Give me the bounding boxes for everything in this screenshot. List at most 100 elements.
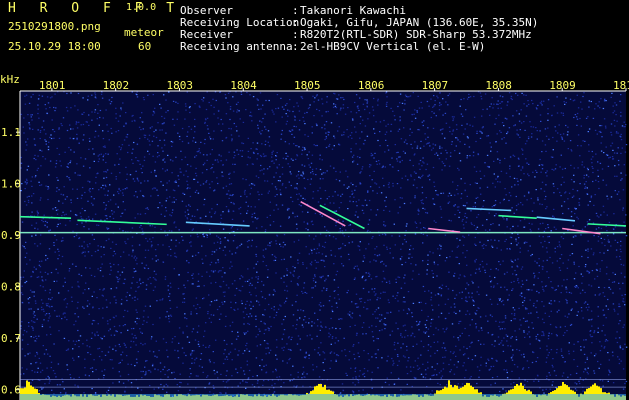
noise-pixel	[94, 136, 96, 138]
noise-pixel	[607, 308, 609, 310]
noise-pixel	[359, 183, 361, 185]
noise-pixel	[384, 151, 386, 153]
noise-pixel	[78, 273, 80, 275]
noise-pixel	[135, 309, 137, 311]
noise-pixel	[119, 346, 121, 348]
noise-pixel	[288, 216, 290, 218]
noise-pixel	[447, 298, 449, 300]
noise-pixel	[136, 143, 139, 145]
noise-pixel	[248, 304, 251, 306]
noise-pixel	[118, 188, 120, 190]
noise-pixel	[121, 351, 124, 353]
noise-pixel	[307, 135, 309, 137]
noise-pixel	[34, 144, 36, 146]
noise-pixel	[336, 98, 339, 100]
noise-pixel	[122, 194, 124, 196]
noise-pixel	[266, 180, 269, 182]
noise-pixel	[162, 261, 164, 263]
noise-pixel	[133, 271, 136, 273]
noise-pixel	[527, 312, 530, 315]
noise-pixel	[382, 270, 385, 272]
noise-pixel	[89, 353, 92, 355]
noise-pixel	[440, 312, 443, 314]
noise-pixel	[216, 299, 218, 301]
noise-pixel	[488, 359, 490, 361]
noise-pixel	[517, 180, 519, 182]
noise-pixel	[205, 346, 207, 348]
noise-pixel	[233, 234, 236, 236]
noise-pixel	[92, 148, 94, 150]
noise-pixel	[582, 390, 584, 392]
noise-pixel	[556, 260, 558, 262]
noise-pixel	[531, 322, 533, 324]
noise-pixel	[500, 170, 503, 172]
noise-pixel	[190, 128, 193, 130]
noise-pixel	[56, 384, 59, 386]
noise-pixel	[214, 159, 217, 161]
noise-pixel	[131, 245, 134, 247]
noise-pixel	[579, 183, 581, 185]
noise-pixel	[587, 373, 589, 375]
noise-pixel	[542, 236, 544, 238]
noise-pixel	[490, 365, 492, 368]
noise-pixel	[586, 187, 588, 189]
noise-pixel	[271, 109, 273, 111]
noise-pixel	[421, 107, 423, 109]
noise-pixel	[168, 321, 171, 323]
noise-pixel	[449, 155, 452, 157]
noise-pixel	[529, 228, 531, 230]
noise-pixel	[516, 366, 519, 368]
noise-pixel	[472, 282, 474, 284]
noise-pixel	[473, 304, 475, 306]
noise-pixel	[461, 291, 463, 293]
noise-pixel	[224, 246, 226, 248]
noise-pixel	[141, 262, 143, 264]
noise-pixel	[81, 194, 83, 196]
noise-pixel	[275, 172, 277, 174]
noise-pixel	[552, 183, 555, 185]
noise-pixel	[132, 178, 135, 180]
noise-pixel	[330, 351, 333, 353]
noise-pixel	[20, 292, 23, 294]
noise-pixel	[502, 199, 505, 201]
noise-pixel	[179, 373, 181, 375]
noise-pixel	[558, 301, 561, 303]
noise-pixel	[64, 277, 66, 279]
noise-pixel	[559, 191, 561, 194]
noise-pixel	[575, 208, 577, 210]
noise-pixel	[164, 170, 167, 172]
noise-pixel	[582, 317, 584, 319]
noise-pixel	[294, 216, 296, 218]
noise-pixel	[620, 111, 622, 113]
noise-pixel	[526, 320, 528, 322]
noise-pixel	[220, 286, 222, 288]
noise-pixel	[496, 283, 499, 285]
noise-pixel	[511, 356, 513, 358]
noise-pixel	[231, 140, 233, 142]
noise-pixel	[351, 229, 354, 231]
noise-pixel	[486, 135, 488, 137]
noise-pixel	[597, 327, 599, 329]
noise-pixel	[111, 96, 113, 99]
noise-pixel	[335, 327, 337, 330]
noise-pixel	[76, 188, 78, 190]
noise-pixel	[434, 369, 436, 371]
noise-pixel	[133, 141, 135, 144]
noise-pixel	[100, 187, 102, 189]
noise-pixel	[337, 286, 339, 288]
noise-pixel	[111, 132, 113, 134]
noise-pixel	[536, 171, 538, 173]
noise-pixel	[605, 184, 608, 186]
noise-pixel	[374, 132, 376, 134]
noise-pixel	[462, 365, 464, 367]
noise-pixel	[341, 350, 343, 352]
noise-pixel	[479, 316, 482, 318]
noise-pixel	[530, 197, 532, 200]
noise-pixel	[217, 377, 219, 379]
noise-pixel	[43, 310, 45, 312]
noise-pixel	[425, 302, 427, 305]
noise-pixel	[138, 280, 141, 282]
noise-pixel	[458, 169, 460, 171]
noise-pixel	[394, 348, 396, 351]
noise-pixel	[311, 296, 313, 299]
